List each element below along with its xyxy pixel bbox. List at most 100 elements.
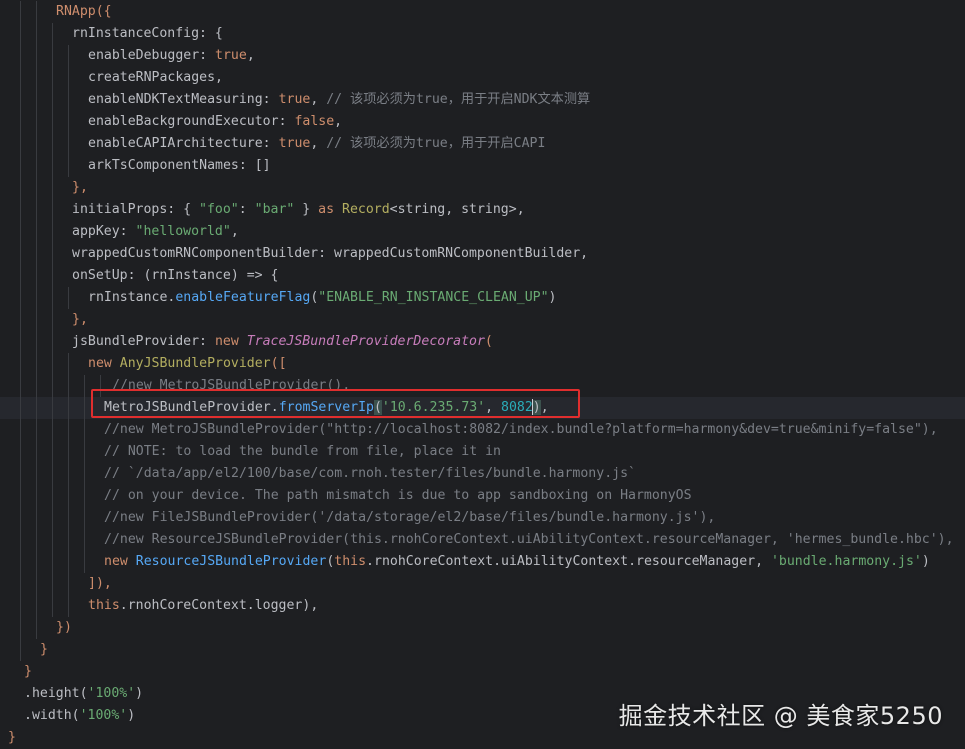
code-token: initialProps <box>72 202 168 217</box>
indent-guide <box>52 529 53 551</box>
code-line[interactable]: }, <box>0 177 965 199</box>
indent-guide <box>20 265 21 287</box>
indent-guide <box>36 133 37 155</box>
code-line[interactable]: wrappedCustomRNComponentBuilder: wrapped… <box>0 243 965 265</box>
code-line[interactable]: onSetUp: (rnInstance) => { <box>0 265 965 287</box>
code-token: : <box>262 136 279 151</box>
code-text: enableDebugger: true, <box>88 45 255 67</box>
indent-guide <box>52 23 53 45</box>
code-text: new ResourceJSBundleProvider(this.rnohCo… <box>104 551 930 573</box>
code-text: } <box>24 661 32 683</box>
code-line[interactable]: } <box>0 661 965 683</box>
code-token: , <box>310 92 327 107</box>
code-line[interactable]: // `/data/app/el2/100/base/com.rnoh.test… <box>0 463 965 485</box>
code-token: AnyJSBundleProvider <box>119 356 271 371</box>
indent-guide <box>52 331 53 353</box>
code-line[interactable]: }) <box>0 617 965 639</box>
code-line[interactable]: arkTsComponentNames: [] <box>0 155 965 177</box>
code-line[interactable]: rnInstanceConfig: { <box>0 23 965 45</box>
code-token: enableCAPIArchitecture <box>88 136 263 151</box>
indent-guide <box>52 441 53 463</box>
indent-guide <box>68 155 69 177</box>
indent-guide <box>68 595 69 617</box>
indent-guide <box>20 529 21 551</box>
code-token: }, <box>72 312 88 327</box>
indent-guide <box>84 463 85 485</box>
indent-guide <box>84 375 85 397</box>
code-token: // NOTE: to load the bundle from file, p… <box>104 444 501 459</box>
code-line[interactable]: RNApp({ <box>0 1 965 23</box>
code-token: , <box>246 48 255 63</box>
code-line[interactable]: appKey: "helloworld", <box>0 221 965 243</box>
indent-guide <box>68 573 69 595</box>
code-text: RNApp({ <box>56 1 112 23</box>
indent-guide <box>68 441 69 463</box>
indent-guide <box>36 397 37 419</box>
code-line[interactable]: enableNDKTextMeasuring: true, // 该项必须为tr… <box>0 89 965 111</box>
code-token: wrappedCustomRNComponentBuilder <box>72 246 319 261</box>
indent-guide <box>36 23 37 45</box>
indent-guide <box>52 287 53 309</box>
code-text: createRNPackages, <box>88 67 223 89</box>
code-token: : { <box>199 26 223 41</box>
indent-guide <box>52 375 53 397</box>
code-line[interactable]: initialProps: { "foo": "bar" } as Record… <box>0 199 965 221</box>
code-line[interactable]: //new MetroJSBundleProvider("http://loca… <box>0 419 965 441</box>
indent-guide <box>52 155 53 177</box>
code-line[interactable]: // NOTE: to load the bundle from file, p… <box>0 441 965 463</box>
indent-guide <box>36 221 37 243</box>
code-token: this <box>334 554 367 569</box>
code-token: //new ResourceJSBundleProvider(this.rnoh… <box>104 532 954 547</box>
code-token: ([ <box>270 356 287 371</box>
code-token: ) <box>548 290 557 305</box>
code-token: "ENABLE_RN_INSTANCE_CLEAN_UP" <box>318 290 549 305</box>
indent-guide <box>68 375 69 397</box>
indent-guide <box>52 243 53 265</box>
indent-guide <box>52 67 53 89</box>
code-token: rnInstance <box>151 268 231 283</box>
code-line[interactable]: jsBundleProvider: new TraceJSBundleProvi… <box>0 331 965 353</box>
indent-guide <box>36 573 37 595</box>
indent-guide <box>36 89 37 111</box>
code-line[interactable]: //new ResourceJSBundleProvider(this.rnoh… <box>0 529 965 551</box>
code-token: : <box>119 224 136 239</box>
indent-guide <box>20 551 21 573</box>
code-line[interactable]: //new FileJSBundleProvider('/data/storag… <box>0 507 965 529</box>
code-text: .height('100%') <box>24 683 143 705</box>
indent-guide <box>52 353 53 375</box>
code-line[interactable]: this.rnohCoreContext.logger), <box>0 595 965 617</box>
code-token: true <box>278 92 311 107</box>
indent-guide <box>20 331 21 353</box>
code-editor[interactable]: RNApp({rnInstanceConfig: {enableDebugger… <box>0 0 965 748</box>
indent-guide <box>20 463 21 485</box>
indent-guide <box>68 133 69 155</box>
code-token: ) <box>921 554 930 569</box>
code-line[interactable]: createRNPackages, <box>0 67 965 89</box>
code-line[interactable]: // on your device. The path mismatch is … <box>0 485 965 507</box>
code-line[interactable]: enableDebugger: true, <box>0 45 965 67</box>
code-token: : wrappedCustomRNComponentBuilder, <box>318 246 589 261</box>
code-token: "foo" <box>199 202 239 217</box>
code-token: // on your device. The path mismatch is … <box>104 488 692 503</box>
indent-guide <box>20 23 21 45</box>
code-token: "bar" <box>254 202 295 217</box>
indent-guide <box>52 595 53 617</box>
code-token: .uiAbilityContext.resourceManager, <box>493 554 771 569</box>
indent-guide <box>36 529 37 551</box>
code-token: : { <box>167 202 200 217</box>
code-token: enableNDKTextMeasuring <box>88 92 263 107</box>
code-token: enableDebugger <box>88 48 200 63</box>
indent-guide <box>20 221 21 243</box>
code-line[interactable]: new ResourceJSBundleProvider(this.rnohCo… <box>0 551 965 573</box>
code-line[interactable]: enableCAPIArchitecture: true, // 该项必须为tr… <box>0 133 965 155</box>
code-line[interactable]: } <box>0 639 965 661</box>
code-line[interactable]: new AnyJSBundleProvider([ <box>0 353 965 375</box>
code-line[interactable]: rnInstance.enableFeatureFlag("ENABLE_RN_… <box>0 287 965 309</box>
code-line[interactable]: }, <box>0 309 965 331</box>
code-token: ( <box>484 334 493 349</box>
code-token: 'bundle.harmony.js' <box>770 554 922 569</box>
indent-guide <box>20 419 21 441</box>
code-line[interactable]: enableBackgroundExecutor: false, <box>0 111 965 133</box>
code-line[interactable]: ]), <box>0 573 965 595</box>
indent-guide <box>36 287 37 309</box>
